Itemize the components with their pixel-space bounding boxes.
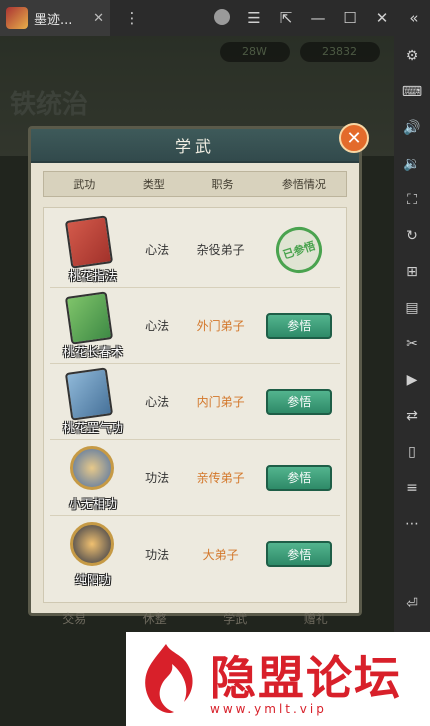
close-dialog-button[interactable]: ✕	[339, 123, 369, 153]
app-tab[interactable]: 墨迹... ✕	[0, 0, 110, 36]
skill-orb-icon	[70, 445, 114, 490]
skill-item[interactable]: 桃花长春术	[50, 288, 132, 364]
emulator-window: 墨迹... ✕ ⋮ ☰ ⇱ — ☐ ✕ « ⚙ ⌨ 🔊 🔉 ⛶ ↻ ⊞ ▤ ✂ …	[0, 0, 430, 726]
column-type: 类型	[142, 178, 165, 191]
volume-up-icon[interactable]: 🔊	[400, 116, 424, 140]
column-status: 参悟情况	[281, 178, 326, 191]
required-role: 内门弟子	[196, 395, 245, 409]
comprehend-button[interactable]: 参悟	[266, 388, 333, 415]
skill-row: 桃花长春术 心法 外门弟子 参悟	[50, 288, 340, 364]
skill-name: 小无相功	[68, 496, 117, 511]
watermark: 隐盟论坛 www.ymlt.vip	[126, 632, 430, 726]
skill-type: 心法	[145, 243, 170, 257]
operation-record-icon[interactable]: ≡	[400, 476, 424, 500]
back-icon[interactable]: ⏎	[400, 592, 424, 616]
comprehend-button[interactable]: 参悟	[266, 541, 333, 567]
maximize-icon[interactable]: ☐	[334, 9, 366, 27]
dialog-header: 学武	[31, 129, 359, 163]
screenshot-icon[interactable]: ⛶	[400, 188, 424, 212]
column-header: 武功 类型 职务 参悟情况	[43, 171, 347, 197]
learned-stamp: 已参悟	[270, 220, 329, 279]
add-window-icon[interactable]: ⊞	[400, 260, 424, 284]
shake-icon[interactable]: ▯	[400, 440, 424, 464]
column-skill: 武功	[73, 178, 96, 191]
keyboard-icon[interactable]: ⌨	[400, 80, 424, 104]
skill-type: 心法	[145, 395, 170, 409]
emulator-toolbar: ⚙ ⌨ 🔊 🔉 ⛶ ↻ ⊞ ▤ ✂ ▶ ⇄ ▯ ≡ ⋯ ⏎	[394, 36, 430, 726]
tab-rest[interactable]: 休整	[143, 610, 167, 630]
skill-name: 纯阳功	[74, 573, 111, 587]
skill-row: 纯阳功 功法 大弟子 参悟	[50, 516, 340, 592]
skill-name: 桃花罡气功	[62, 420, 123, 435]
skill-item[interactable]: 桃花罡气功	[50, 364, 132, 440]
skill-book-icon	[64, 290, 114, 345]
flame-logo-icon	[145, 644, 193, 714]
settings-gear-icon[interactable]: ⚙	[400, 44, 424, 68]
sync-icon[interactable]: ⇄	[400, 404, 424, 428]
pin-window-icon[interactable]: ⇱	[270, 9, 302, 27]
skill-item[interactable]: 小无相功	[50, 440, 132, 516]
account-icon[interactable]	[214, 9, 230, 25]
skill-book-icon	[64, 366, 114, 421]
skill-type: 心法	[145, 319, 170, 333]
scissors-icon[interactable]: ✂	[400, 332, 424, 356]
tab-learn[interactable]: 学武	[223, 610, 247, 630]
apk-install-icon[interactable]: ▤	[400, 296, 424, 320]
game-screen: 28W 23832 铁统治 学武 ✕ 武功 类型 职务 参悟情况 桃花指法 心法…	[0, 36, 394, 726]
skill-item[interactable]: 桃花指法	[50, 212, 132, 288]
tab-trade[interactable]: 交易	[62, 610, 86, 630]
bottom-tab-bar: 交易 休整 学武 赠礼	[34, 610, 356, 630]
skill-type: 功法	[145, 547, 170, 562]
required-role: 亲传弟子	[196, 471, 245, 485]
dialog-title: 学武	[174, 137, 215, 156]
menu-icon[interactable]: ☰	[238, 9, 270, 27]
learn-martial-arts-dialog: 学武 ✕ 武功 类型 职务 参悟情况 桃花指法 心法 杂役弟子 已参悟 桃花长春…	[28, 123, 369, 616]
tab-gift[interactable]: 赠礼	[304, 610, 328, 630]
skill-orb-icon	[70, 522, 114, 566]
more-vertical-icon[interactable]: ⋮	[116, 9, 148, 27]
comprehend-button[interactable]: 参悟	[266, 464, 333, 491]
skill-type: 功法	[145, 471, 170, 485]
app-tab-title: 墨迹...	[34, 12, 73, 28]
skill-row: 桃花罡气功 心法 内门弟子 参悟	[50, 364, 340, 440]
watermark-title: 隐盟论坛	[210, 651, 402, 705]
skill-item[interactable]: 纯阳功	[50, 516, 132, 592]
collapse-sidebar-icon[interactable]: «	[398, 9, 430, 27]
skill-name: 桃花长春术	[62, 344, 123, 359]
required-role: 外门弟子	[196, 319, 245, 333]
skill-row: 小无相功 功法 亲传弟子 参悟	[50, 440, 340, 516]
title-bar: 墨迹... ✕ ⋮ ☰ ⇱ — ☐ ✕ «	[0, 0, 430, 36]
app-icon	[6, 7, 28, 29]
required-role: 大弟子	[202, 547, 239, 562]
skill-list: 桃花指法 心法 杂役弟子 已参悟 桃花长春术 心法 外门弟子 参悟 桃花罡气功 …	[43, 207, 347, 603]
required-role: 杂役弟子	[196, 243, 245, 257]
record-video-icon[interactable]: ▶	[400, 368, 424, 392]
comprehend-button[interactable]: 参悟	[266, 312, 333, 339]
watermark-url: www.ymlt.vip	[210, 702, 327, 716]
column-role: 职务	[211, 178, 234, 191]
volume-down-icon[interactable]: 🔉	[400, 152, 424, 176]
minimize-icon[interactable]: —	[302, 9, 334, 27]
skill-row: 桃花指法 心法 杂役弟子 已参悟	[50, 212, 340, 288]
tab-close-icon[interactable]: ✕	[93, 11, 104, 26]
more-horizontal-icon[interactable]: ⋯	[400, 512, 424, 536]
skill-name: 桃花指法	[68, 268, 117, 283]
skill-book-icon	[64, 214, 114, 269]
close-window-icon[interactable]: ✕	[366, 9, 398, 27]
rotate-icon[interactable]: ↻	[400, 224, 424, 248]
